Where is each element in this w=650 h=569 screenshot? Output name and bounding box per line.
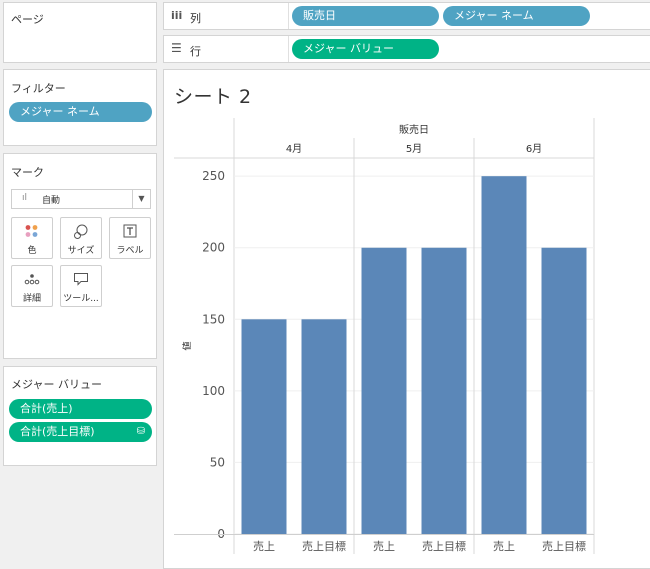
color-icon — [12, 224, 52, 242]
bar — [301, 319, 347, 534]
columns-pill-measure-names[interactable]: メジャー ネーム — [443, 6, 590, 26]
tooltip-button[interactable]: ツール... — [60, 265, 102, 307]
pages-panel: ページ — [3, 2, 157, 63]
bar — [361, 247, 407, 534]
y-tick-label: 150 — [202, 312, 225, 326]
rows-icon: ☰ — [171, 41, 182, 55]
x-tick-label: 売上 — [253, 540, 275, 553]
marks-title: マーク — [11, 166, 44, 179]
detail-button[interactable]: 詳細 — [11, 265, 53, 307]
shelf-divider — [288, 36, 289, 62]
shelf-divider — [288, 3, 289, 29]
label-label: ラベル — [116, 246, 144, 256]
columns-shelf[interactable]: iii 列 販売日 メジャー ネーム — [163, 2, 650, 30]
y-tick-label: 200 — [202, 241, 225, 255]
detail-icon — [12, 272, 52, 290]
detail-label: 詳細 — [22, 294, 41, 304]
color-button[interactable]: 色 — [11, 217, 53, 259]
size-button[interactable]: サイズ — [60, 217, 102, 259]
tooltip-label: ツール... — [63, 294, 99, 304]
rows-label: 行 — [190, 45, 201, 58]
color-label: 色 — [27, 246, 37, 256]
columns-pill-sale-date[interactable]: 販売日 — [292, 6, 439, 26]
x-tick-label: 売上目標 — [302, 539, 346, 553]
bar — [481, 176, 527, 534]
sheet-view: シート 2 販売日050100150200250値4月売上売上目標5月売上売上目… — [163, 69, 650, 569]
rows-pill-measure-values[interactable]: メジャー バリュー — [292, 39, 439, 59]
size-icon — [61, 224, 101, 244]
filters-panel[interactable]: フィルター メジャー ネーム — [3, 69, 157, 146]
size-label: サイズ — [67, 246, 95, 256]
y-tick-label: 250 — [202, 169, 225, 183]
label-button[interactable]: ラベル — [109, 217, 151, 259]
measure-pill-sum-sales[interactable]: 合計(売上) — [9, 399, 152, 419]
chevron-down-icon[interactable]: ▼ — [132, 190, 150, 208]
y-axis-label: 値 — [181, 341, 193, 350]
column-header-title: 販売日 — [399, 123, 429, 136]
measure-pill-sum-sales-target[interactable]: 合計(売上目標) ⛁ — [9, 422, 152, 442]
filters-title: フィルター — [11, 82, 66, 95]
bar — [421, 247, 467, 534]
pages-title: ページ — [11, 13, 44, 26]
group-header-label: 6月 — [526, 143, 542, 155]
bar-chart: 販売日050100150200250値4月売上売上目標5月売上売上目標6月売上売… — [174, 118, 595, 554]
tooltip-icon — [61, 272, 101, 290]
y-tick-label: 50 — [210, 455, 225, 469]
group-header-label: 5月 — [406, 143, 422, 155]
label-icon — [110, 224, 150, 242]
x-tick-label: 売上 — [373, 540, 395, 553]
x-tick-label: 売上目標 — [422, 539, 466, 553]
filter-pill-measure-names[interactable]: メジャー ネーム — [9, 102, 152, 122]
marks-panel: マーク ıl 自動 ▼ 色 サイズ ラベル 詳細 ツール... — [3, 153, 157, 359]
measure-pill-label: 合計(売上目標) — [20, 425, 95, 438]
columns-icon: iii — [171, 9, 183, 22]
bar-chart-icon: ıl — [22, 193, 28, 203]
group-header-label: 4月 — [286, 143, 302, 155]
y-tick-label: 100 — [202, 384, 225, 398]
measure-values-panel[interactable]: メジャー バリュー 合計(売上) 合計(売上目標) ⛁ — [3, 366, 157, 466]
columns-label: 列 — [190, 12, 201, 25]
bar — [241, 319, 287, 534]
bar — [541, 247, 587, 534]
x-tick-label: 売上 — [493, 540, 515, 553]
measure-values-title: メジャー バリュー — [11, 378, 102, 391]
x-tick-label: 売上目標 — [542, 539, 586, 553]
mark-type-value: 自動 — [42, 196, 61, 206]
rows-shelf[interactable]: ☰ 行 メジャー バリュー — [163, 35, 650, 63]
filter-cylinder-icon: ⛁ — [136, 426, 145, 437]
mark-type-dropdown[interactable]: ıl 自動 ▼ — [11, 189, 151, 209]
